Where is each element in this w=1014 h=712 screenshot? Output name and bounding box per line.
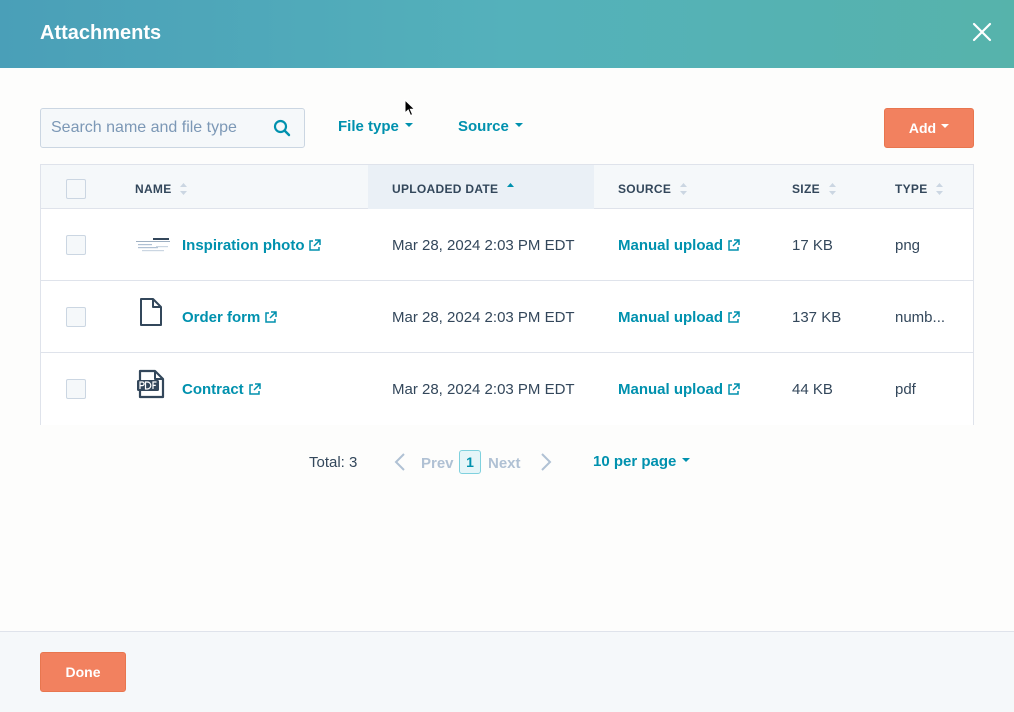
row-checkbox[interactable] bbox=[66, 235, 86, 255]
uploaded-date: Mar 28, 2024 2:03 PM EDT bbox=[392, 237, 575, 254]
uploaded-date: Mar 28, 2024 2:03 PM EDT bbox=[392, 309, 575, 326]
add-button[interactable]: Add bbox=[884, 108, 974, 148]
source-filter-label: Source bbox=[458, 118, 509, 135]
search-input[interactable] bbox=[41, 109, 266, 147]
source-link[interactable]: Manual upload bbox=[618, 309, 740, 326]
mouse-cursor-icon bbox=[404, 99, 416, 117]
chevron-down-icon bbox=[682, 458, 691, 463]
pdf-icon bbox=[137, 369, 165, 399]
dialog-header: Attachments bbox=[0, 0, 1014, 68]
column-header-source[interactable]: SOURCE bbox=[618, 182, 687, 196]
uploaded-date: Mar 28, 2024 2:03 PM EDT bbox=[392, 381, 575, 398]
sort-icon bbox=[180, 182, 188, 195]
source-filter[interactable]: Source bbox=[458, 118, 523, 135]
table-row: Contract Mar 28, 2024 2:03 PM EDT Manual… bbox=[41, 353, 973, 425]
row-checkbox[interactable] bbox=[66, 307, 86, 327]
sort-ascending-icon bbox=[507, 182, 514, 195]
chevron-down-icon bbox=[941, 124, 950, 128]
table-row: Order form Mar 28, 2024 2:03 PM EDT Manu… bbox=[41, 281, 973, 353]
row-checkbox[interactable] bbox=[66, 379, 86, 399]
file-type: pdf bbox=[895, 381, 916, 398]
dialog-title: Attachments bbox=[40, 22, 162, 44]
page-number-current[interactable]: 1 bbox=[459, 450, 481, 474]
column-header-source-label: SOURCE bbox=[618, 182, 672, 196]
external-link-icon bbox=[265, 310, 278, 323]
source-label: Manual upload bbox=[618, 309, 723, 326]
external-link-icon bbox=[248, 382, 261, 395]
image-thumbnail-icon bbox=[136, 237, 170, 253]
search-field bbox=[40, 108, 305, 148]
attachments-table: NAME UPLOADED DATE SOURCE SIZE TYPE Insp… bbox=[40, 164, 974, 425]
external-link-icon bbox=[728, 310, 740, 323]
external-link-icon bbox=[728, 382, 740, 395]
chevron-right-icon[interactable] bbox=[539, 452, 553, 472]
file-type: numb... bbox=[895, 309, 946, 326]
chevron-down-icon bbox=[404, 123, 413, 128]
source-label: Manual upload bbox=[618, 237, 723, 254]
chevron-down-icon bbox=[514, 123, 523, 128]
dialog-footer: Done bbox=[0, 631, 1014, 712]
file-name-link[interactable]: Contract bbox=[182, 381, 261, 398]
column-header-type[interactable]: TYPE bbox=[895, 182, 944, 196]
file-size: 137 KB bbox=[792, 309, 842, 326]
search-icon[interactable] bbox=[273, 119, 291, 137]
table-row: Inspiration photo Mar 28, 2024 2:03 PM E… bbox=[41, 209, 973, 281]
source-link[interactable]: Manual upload bbox=[618, 237, 740, 254]
done-button[interactable]: Done bbox=[40, 652, 126, 692]
sort-icon bbox=[679, 182, 687, 195]
column-header-uploaded-date[interactable]: UPLOADED DATE bbox=[392, 182, 514, 196]
file-type-filter-label: File type bbox=[338, 118, 399, 135]
column-header-size-label: SIZE bbox=[792, 182, 820, 196]
document-icon bbox=[140, 298, 162, 326]
close-icon[interactable] bbox=[970, 20, 994, 44]
done-button-label: Done bbox=[65, 664, 101, 680]
column-header-name-label: NAME bbox=[135, 182, 172, 196]
source-label: Manual upload bbox=[618, 381, 723, 398]
add-button-label: Add bbox=[908, 120, 937, 136]
per-page-dropdown[interactable]: 10 per page bbox=[593, 453, 691, 470]
table-header: NAME UPLOADED DATE SOURCE SIZE TYPE bbox=[41, 165, 973, 209]
next-page-button[interactable]: Next bbox=[488, 455, 521, 472]
file-name: Contract bbox=[182, 381, 244, 398]
file-name-link[interactable]: Order form bbox=[182, 309, 278, 326]
column-header-name[interactable]: NAME bbox=[135, 182, 188, 196]
prev-page-button[interactable]: Prev bbox=[421, 455, 454, 472]
column-header-size[interactable]: SIZE bbox=[792, 182, 836, 196]
file-size: 44 KB bbox=[792, 381, 833, 398]
file-size: 17 KB bbox=[792, 237, 833, 254]
total-count: Total: 3 bbox=[309, 454, 358, 471]
file-name-link[interactable]: Inspiration photo bbox=[182, 237, 322, 254]
source-link[interactable]: Manual upload bbox=[618, 381, 740, 398]
sort-icon bbox=[828, 182, 836, 195]
external-link-icon bbox=[728, 238, 740, 251]
sort-icon bbox=[936, 182, 944, 195]
external-link-icon bbox=[309, 238, 322, 251]
column-header-type-label: TYPE bbox=[895, 182, 928, 196]
column-header-uploaded-date-label: UPLOADED DATE bbox=[392, 182, 499, 196]
file-type: png bbox=[895, 237, 921, 254]
file-name: Inspiration photo bbox=[182, 237, 305, 254]
file-name: Order form bbox=[182, 309, 261, 326]
per-page-label: 10 per page bbox=[593, 453, 677, 470]
select-all-checkbox[interactable] bbox=[66, 179, 86, 199]
chevron-left-icon[interactable] bbox=[393, 452, 407, 472]
file-type-filter[interactable]: File type bbox=[338, 118, 413, 135]
